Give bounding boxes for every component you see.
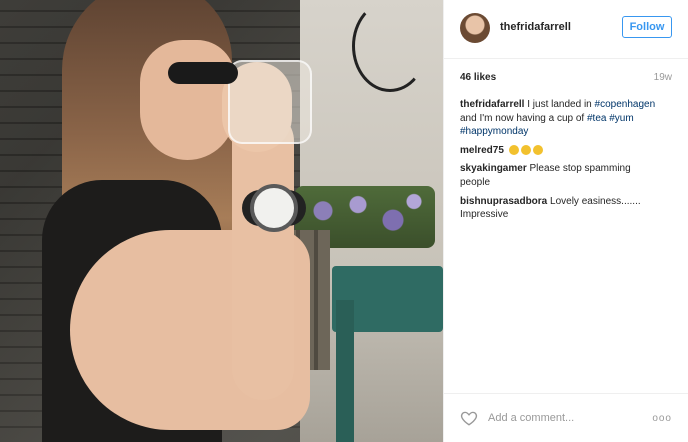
hashtag-link[interactable]: #tea	[587, 113, 606, 124]
hashtag-link[interactable]: #happymonday	[460, 126, 528, 137]
heart-icon[interactable]	[460, 409, 478, 427]
comment: skyakingamer Please stop spamming people	[460, 162, 660, 189]
clapping-hands-icon	[508, 145, 519, 156]
username[interactable]: thefridafarrell	[500, 21, 571, 33]
comment-user[interactable]: bishnuprasadbora	[460, 196, 547, 207]
comment: bishnuprasadbora Lovely easiness....... …	[460, 195, 660, 222]
comment: thefridafarrell I just landed in #copenh…	[460, 98, 660, 139]
clapping-hands-icon	[532, 145, 543, 156]
comment-text: I just landed in	[524, 99, 595, 110]
comment-text: and I'm now having a cup of	[460, 112, 587, 124]
sunglasses	[168, 62, 238, 84]
green-chair-leg	[336, 300, 354, 442]
more-options-button[interactable]: ooo	[652, 413, 672, 424]
face	[140, 40, 235, 160]
comment-user[interactable]: skyakingamer	[460, 163, 527, 174]
comment: melred75	[460, 144, 660, 158]
bicycle	[352, 0, 428, 92]
instagram-post: thefridafarrell Follow 46 likes 19w thef…	[0, 0, 688, 442]
add-comment-input[interactable]: Add a comment...	[488, 412, 574, 424]
hashtag-link[interactable]: #copenhagen	[595, 99, 656, 110]
post-header: thefridafarrell Follow	[444, 0, 688, 59]
post-time[interactable]: 19w	[654, 72, 672, 83]
drinking-glass	[228, 60, 312, 144]
comment-user[interactable]: melred75	[460, 145, 504, 156]
avatar[interactable]	[460, 13, 490, 43]
hashtag-link[interactable]: #yum	[609, 113, 633, 124]
post-sidebar: thefridafarrell Follow 46 likes 19w thef…	[443, 0, 688, 442]
likes-count[interactable]: 46 likes	[460, 72, 496, 83]
follow-button[interactable]: Follow	[622, 16, 672, 38]
clapping-hands-icon	[520, 145, 531, 156]
comments-list: thefridafarrell I just landed in #copenh…	[460, 98, 660, 227]
wristwatch	[250, 184, 298, 232]
forearm	[232, 110, 294, 400]
comment-user[interactable]: thefridafarrell	[460, 99, 524, 110]
post-footer: Add a comment... ooo	[444, 393, 688, 442]
post-photo[interactable]	[0, 0, 443, 442]
